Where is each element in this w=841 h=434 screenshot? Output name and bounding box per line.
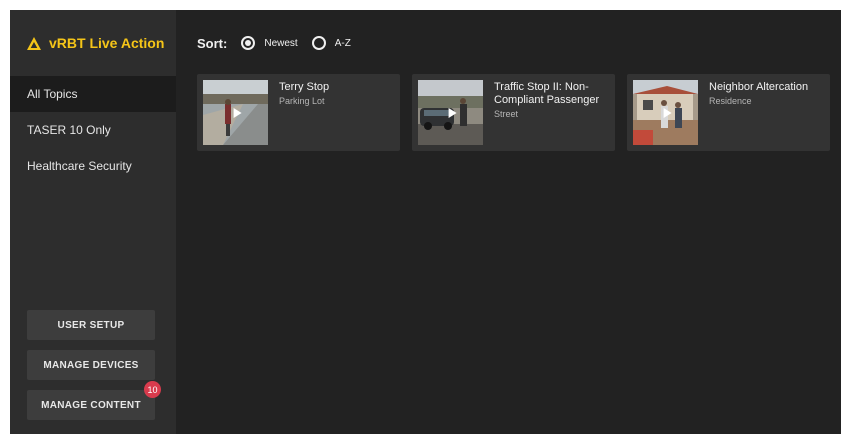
- sidebar-actions: USER SETUP MANAGE DEVICES MANAGE CONTENT…: [27, 300, 161, 420]
- sort-bar: Sort: Newest A-Z: [176, 10, 841, 68]
- sort-option-label: Newest: [264, 37, 298, 49]
- card-subtitle: Parking Lot: [279, 96, 325, 106]
- sidebar: vRBT Live Action All Topics TASER 10 Onl…: [10, 10, 176, 434]
- scenario-list: Terry Stop Parking Lot Traffic Stop II: …: [197, 74, 841, 151]
- sort-option-label: A-Z: [334, 37, 351, 49]
- sort-label: Sort:: [197, 35, 228, 51]
- warning-triangle-icon: [27, 36, 41, 50]
- manage-content-label: MANAGE CONTENT: [41, 399, 141, 411]
- sidebar-item-taser-10-only[interactable]: TASER 10 Only: [10, 112, 176, 148]
- app-brand: vRBT Live Action: [10, 10, 176, 76]
- play-icon: [233, 107, 242, 118]
- card-subtitle: Residence: [709, 96, 752, 106]
- sidebar-item-label: Healthcare Security: [27, 159, 132, 173]
- notification-badge: 10: [144, 381, 161, 398]
- video-thumbnail[interactable]: [203, 80, 268, 145]
- radio-unchecked-icon[interactable]: [311, 36, 326, 50]
- manage-devices-button[interactable]: MANAGE DEVICES: [27, 350, 155, 380]
- card-title: Terry Stop: [279, 81, 330, 93]
- main-content: Sort: Newest A-Z Terry Stop Parking Lot …: [176, 10, 841, 434]
- card-text: Traffic Stop II: Non-Compliant Passenger…: [489, 74, 614, 151]
- manage-content-button[interactable]: MANAGE CONTENT 10: [27, 381, 161, 420]
- sort-option-a-z[interactable]: A-Z: [311, 36, 351, 50]
- user-setup-label: USER SETUP: [57, 319, 125, 331]
- app-window: vRBT Live Action All Topics TASER 10 Onl…: [10, 10, 841, 434]
- sidebar-item-label: All Topics: [27, 87, 78, 101]
- scenario-card-traffic-stop-ii[interactable]: Traffic Stop II: Non-Compliant Passenger…: [412, 74, 615, 151]
- sidebar-item-label: TASER 10 Only: [27, 123, 111, 137]
- card-subtitle: Street: [494, 109, 519, 119]
- card-title: Neighbor Altercation: [709, 81, 809, 93]
- radio-checked-icon[interactable]: [241, 36, 256, 50]
- play-icon: [663, 107, 672, 118]
- video-thumbnail[interactable]: [633, 80, 698, 145]
- sidebar-item-all-topics[interactable]: All Topics: [10, 76, 176, 112]
- app-title: vRBT Live Action: [49, 35, 165, 51]
- play-icon: [448, 107, 457, 118]
- video-thumbnail[interactable]: [418, 80, 483, 145]
- scenario-card-neighbor-altercation[interactable]: Neighbor Altercation Residence: [627, 74, 830, 151]
- card-text: Neighbor Altercation Residence: [704, 74, 829, 151]
- manage-devices-label: MANAGE DEVICES: [43, 359, 139, 371]
- card-text: Terry Stop Parking Lot: [274, 74, 399, 151]
- scenario-card-terry-stop[interactable]: Terry Stop Parking Lot: [197, 74, 400, 151]
- sort-option-newest[interactable]: Newest: [241, 36, 298, 50]
- user-setup-button[interactable]: USER SETUP: [27, 310, 155, 340]
- sidebar-item-healthcare-security[interactable]: Healthcare Security: [10, 148, 176, 184]
- card-title: Traffic Stop II: Non-Compliant Passenger: [494, 81, 600, 106]
